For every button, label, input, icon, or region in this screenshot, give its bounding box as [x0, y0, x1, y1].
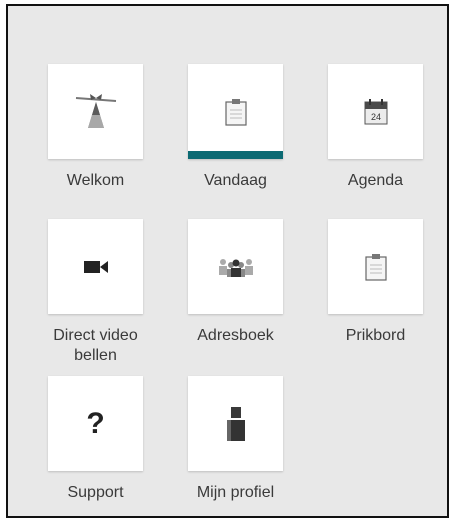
tile-agenda-label: Agenda — [347, 172, 404, 189]
tile-prikbord-label: Prikbord — [345, 327, 406, 344]
tile-welkom-card[interactable] — [48, 64, 143, 159]
calendar-icon: 24 — [364, 98, 388, 125]
tile-welkom[interactable]: Welkom — [48, 64, 143, 191]
tile-mijn-profiel-label: Mijn profiel — [196, 484, 275, 501]
tile-mijn-profiel-card[interactable] — [188, 376, 283, 471]
tile-direct-video-bellen[interactable]: Direct video bellen — [48, 219, 143, 366]
tile-agenda-card[interactable]: 24 — [328, 64, 423, 159]
tile-adresboek-label: Adresboek — [197, 327, 274, 344]
tile-agenda[interactable]: 24 Agenda — [328, 64, 423, 191]
tile-adresboek[interactable]: Adresboek — [188, 219, 283, 346]
tile-prikbord-card[interactable] — [328, 219, 423, 314]
tile-vandaag-card[interactable] — [188, 64, 283, 159]
video-camera-icon — [83, 260, 108, 274]
calendar-day-text: 24 — [370, 112, 380, 122]
tile-direct-video-bellen-label: Direct video bellen — [53, 327, 138, 364]
tile-support[interactable]: ? Support — [48, 376, 143, 503]
welcome-logo-icon — [74, 92, 118, 132]
clipboard-icon — [224, 98, 247, 126]
question-mark-icon: ? — [86, 406, 105, 440]
tile-direct-video-bellen-card[interactable] — [48, 219, 143, 314]
tile-prikbord[interactable]: Prikbord — [328, 219, 423, 346]
person-icon — [226, 406, 246, 441]
clipboard-icon — [364, 253, 387, 281]
tile-support-card[interactable]: ? — [48, 376, 143, 471]
tile-adresboek-card[interactable] — [188, 219, 283, 314]
tile-vandaag[interactable]: Vandaag — [188, 64, 283, 191]
tile-vandaag-label: Vandaag — [204, 172, 267, 189]
tile-welkom-label: Welkom — [66, 172, 125, 189]
tile-mijn-profiel[interactable]: Mijn profiel — [188, 376, 283, 503]
tile-support-label: Support — [67, 484, 124, 501]
app-launcher-panel: Welkom Vandaag 24 Agenda Direct video be… — [6, 4, 449, 518]
contacts-group-icon — [216, 257, 256, 277]
